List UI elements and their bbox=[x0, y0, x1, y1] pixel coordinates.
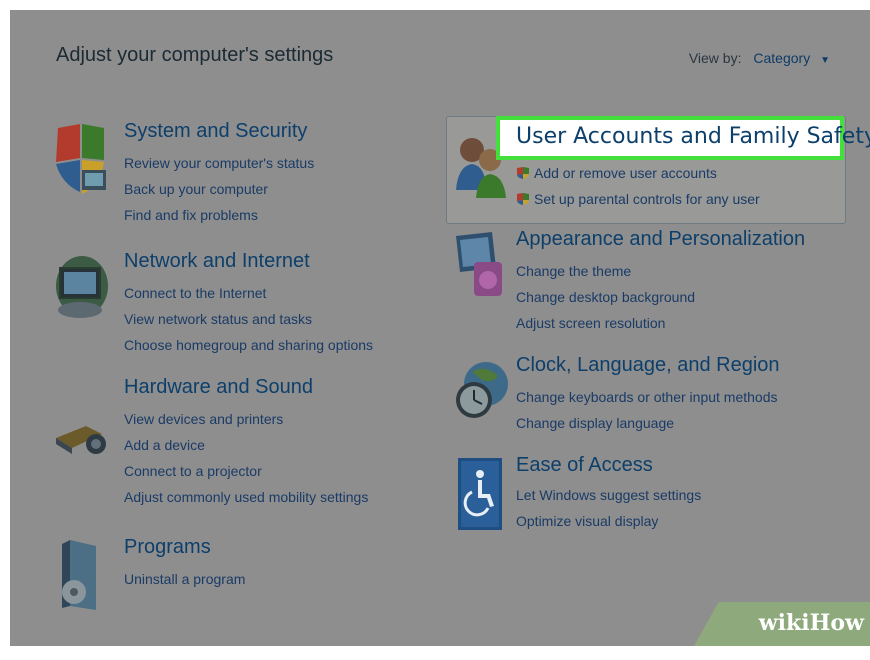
link-review-status[interactable]: Review your computer's status bbox=[124, 150, 314, 176]
link-optimize-visual[interactable]: Optimize visual display bbox=[516, 508, 701, 534]
category-title[interactable]: Appearance and Personalization bbox=[516, 228, 805, 251]
category-title[interactable]: Ease of Access bbox=[516, 454, 653, 477]
link-connect-internet[interactable]: Connect to the Internet bbox=[124, 280, 373, 306]
link-parental-controls[interactable]: Set up parental controls for any user bbox=[516, 186, 760, 212]
wikihow-watermark: wikiHow bbox=[694, 602, 870, 646]
category-title[interactable]: Clock, Language, and Region bbox=[516, 354, 780, 377]
programs-icon[interactable] bbox=[52, 536, 112, 621]
view-by-dropdown[interactable]: Category bbox=[753, 50, 810, 66]
shield-icon bbox=[517, 193, 529, 205]
link-desktop-background[interactable]: Change desktop background bbox=[516, 284, 695, 310]
view-by-control[interactable]: View by: Category ▼ bbox=[689, 50, 830, 66]
link-add-device[interactable]: Add a device bbox=[124, 432, 368, 458]
monitor-paint-icon[interactable] bbox=[452, 228, 512, 313]
link-uninstall-program[interactable]: Uninstall a program bbox=[124, 566, 245, 592]
network-icon[interactable] bbox=[52, 250, 112, 335]
control-panel-window: Adjust your computer's settings View by:… bbox=[10, 10, 870, 646]
link-change-theme[interactable]: Change the theme bbox=[516, 258, 695, 284]
link-homegroup[interactable]: Choose homegroup and sharing options bbox=[124, 332, 373, 358]
page-title: Adjust your computer's settings bbox=[56, 44, 334, 66]
view-by-label: View by: bbox=[688, 50, 742, 66]
accessibility-icon[interactable] bbox=[458, 458, 502, 535]
category-title[interactable]: System and Security bbox=[124, 120, 307, 143]
link-projector[interactable]: Connect to a projector bbox=[124, 458, 368, 484]
chevron-down-icon[interactable]: ▼ bbox=[820, 55, 830, 66]
clock-globe-icon[interactable] bbox=[452, 354, 512, 439]
category-title[interactable]: Programs bbox=[124, 536, 211, 559]
link-screen-resolution[interactable]: Adjust screen resolution bbox=[516, 310, 695, 336]
link-mobility-settings[interactable]: Adjust commonly used mobility settings bbox=[124, 484, 368, 510]
shield-icon bbox=[517, 167, 529, 179]
category-title[interactable]: Hardware and Sound bbox=[124, 376, 313, 399]
link-find-fix[interactable]: Find and fix problems bbox=[124, 202, 314, 228]
shield-icon[interactable] bbox=[52, 122, 110, 207]
category-title[interactable]: Network and Internet bbox=[124, 250, 310, 273]
link-add-remove-users[interactable]: Add or remove user accounts bbox=[516, 160, 760, 186]
link-devices-printers[interactable]: View devices and printers bbox=[124, 406, 368, 432]
watermark-text: wikiHow bbox=[758, 610, 864, 636]
category-title[interactable]: User Accounts and Family Safety bbox=[516, 124, 870, 149]
link-keyboards-input[interactable]: Change keyboards or other input methods bbox=[516, 384, 778, 410]
link-network-status[interactable]: View network status and tasks bbox=[124, 306, 373, 332]
link-back-up[interactable]: Back up your computer bbox=[124, 176, 314, 202]
printer-icon[interactable] bbox=[52, 410, 114, 465]
link-label: Set up parental controls for any user bbox=[534, 191, 760, 207]
link-display-language[interactable]: Change display language bbox=[516, 410, 778, 436]
link-label: Add or remove user accounts bbox=[534, 165, 717, 181]
link-windows-suggest[interactable]: Let Windows suggest settings bbox=[516, 482, 701, 508]
